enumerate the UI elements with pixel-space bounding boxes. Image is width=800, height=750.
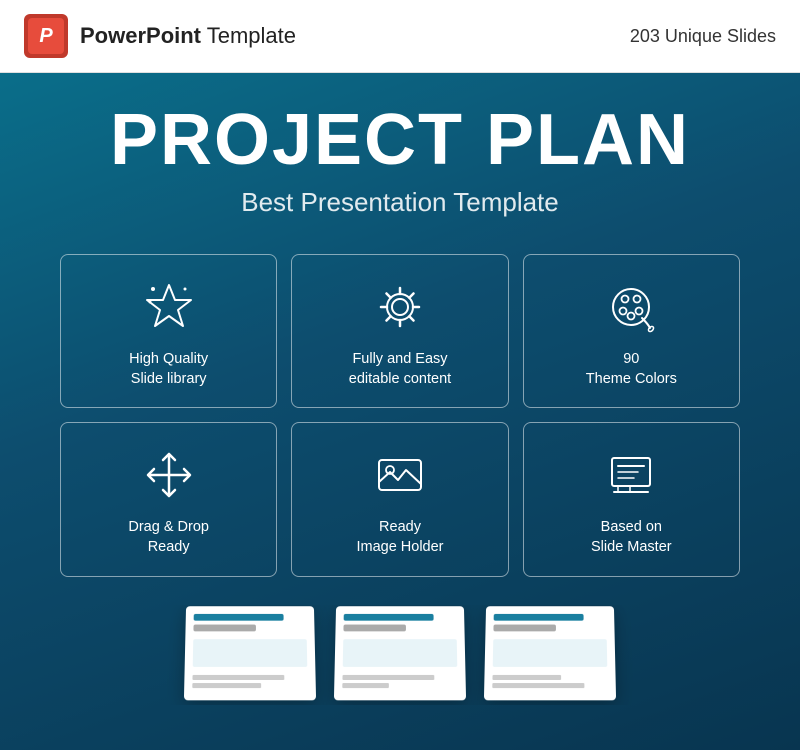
project-title: PROJECT PLAN: [110, 103, 690, 179]
header: P PowerPoint Template 203 Unique Slides: [0, 0, 800, 73]
feature-label-high-quality: High QualitySlide library: [129, 349, 208, 390]
slide-preview-3: [484, 606, 616, 700]
feature-label-image-holder: ReadyImage Holder: [356, 517, 443, 558]
slide-text-line: [492, 683, 584, 688]
slides-icon: [601, 445, 661, 505]
slide-preview-box: [493, 639, 608, 667]
palette-svg: [604, 280, 658, 334]
header-title: PowerPoint Template: [80, 23, 296, 49]
slide-preview-2: [334, 606, 466, 700]
slide-text-line: [342, 683, 388, 688]
feature-card-image-holder[interactable]: ReadyImage Holder: [291, 422, 508, 577]
slide-preview-line: [494, 614, 584, 621]
star-svg: [142, 280, 196, 334]
slide-preview-box: [193, 639, 308, 667]
slide-preview-line: [493, 624, 555, 631]
feature-card-theme-colors[interactable]: 90Theme Colors: [523, 254, 740, 409]
header-title-rest: Template: [201, 23, 296, 48]
slide-preview-1: [184, 606, 316, 700]
slide-text-lines: [492, 675, 607, 688]
slide-text-line: [492, 675, 561, 680]
move-svg: [142, 448, 196, 502]
feature-card-drag-drop[interactable]: Drag & DropReady: [60, 422, 277, 577]
feature-label-drag-drop: Drag & DropReady: [128, 517, 209, 558]
header-left: P PowerPoint Template: [24, 14, 296, 58]
slide-preview-line: [344, 614, 434, 621]
slide-preview-line: [343, 624, 405, 631]
gear-icon: [370, 277, 430, 337]
feature-label-slide-master: Based onSlide Master: [591, 517, 672, 558]
slide-text-line: [192, 675, 284, 680]
unique-slides-count: 203 Unique Slides: [630, 26, 776, 47]
feature-cards-grid: High QualitySlide library Fully and Easy…: [60, 254, 740, 577]
slides-svg: [604, 448, 658, 502]
slide-preview-line: [193, 624, 255, 631]
feature-card-editable[interactable]: Fully and Easyeditable content: [291, 254, 508, 409]
feature-label-editable: Fully and Easyeditable content: [349, 349, 451, 390]
header-title-bold: PowerPoint: [80, 23, 201, 48]
image-icon: [370, 445, 430, 505]
move-icon: [139, 445, 199, 505]
logo-letter: P: [28, 18, 64, 54]
palette-icon: [601, 277, 661, 337]
slide-preview-box: [343, 639, 458, 667]
feature-card-high-quality[interactable]: High QualitySlide library: [60, 254, 277, 409]
slide-preview-line: [194, 614, 284, 621]
main-content: PROJECT PLAN Best Presentation Template …: [0, 73, 800, 750]
feature-label-theme-colors: 90Theme Colors: [586, 349, 677, 390]
slide-text-line: [192, 683, 261, 688]
slide-text-lines: [342, 675, 457, 688]
star-icon: [139, 277, 199, 337]
slide-text-line: [342, 675, 434, 680]
gear-svg: [373, 280, 427, 334]
project-subtitle: Best Presentation Template: [241, 187, 558, 218]
powerpoint-logo: P: [24, 14, 68, 58]
slides-preview-area: [20, 605, 780, 705]
slide-text-lines: [192, 675, 307, 688]
image-svg: [373, 448, 427, 502]
feature-card-slide-master[interactable]: Based onSlide Master: [523, 422, 740, 577]
